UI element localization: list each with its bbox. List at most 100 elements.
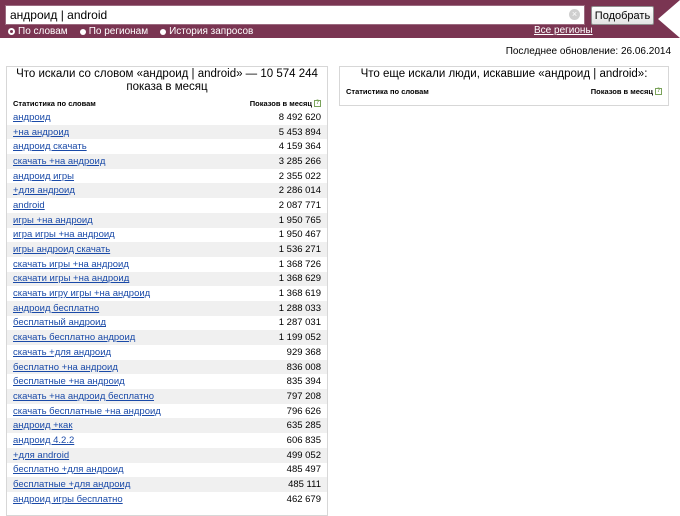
keyword-link[interactable]: скачать +для андроид — [13, 347, 111, 358]
related-table-header: Статистика по словам Показов в месяц ? — [346, 86, 662, 96]
table-row: игры +на андроид 1 950 765 — [7, 212, 327, 228]
impressions-count: 485 111 — [288, 479, 321, 491]
keyword-link[interactable]: скачать игры +на андроид — [13, 259, 129, 270]
table-row: андроид 8 492 620 — [7, 110, 327, 125]
impressions-count: 4 159 364 — [278, 141, 321, 153]
keyword-link[interactable]: бесплатные +на андроид — [13, 376, 125, 387]
impressions-count: 499 052 — [286, 449, 321, 461]
keyword-link[interactable]: андроид игры — [13, 171, 74, 182]
impressions-count: 836 008 — [286, 361, 321, 373]
mode-query-history[interactable]: История запросов — [160, 26, 253, 37]
table-row: андроид игры 2 355 022 — [7, 169, 327, 184]
impressions-count: 606 835 — [286, 434, 321, 446]
keyword-link[interactable]: +для android — [13, 450, 69, 461]
impressions-count: 5 453 894 — [278, 126, 321, 138]
table-row: андроид +как 635 285 — [7, 418, 327, 434]
table-row: бесплатные +на андроид 835 394 — [7, 374, 327, 389]
radio-icon[interactable] — [79, 28, 86, 35]
keyword-link[interactable]: бесплатно +на андроид — [13, 362, 118, 373]
keyword-link[interactable]: android — [13, 200, 45, 211]
table-row: бесплатно +на андроид 836 008 — [7, 359, 327, 375]
table-row: скачать +на андроид бесплатно 797 208 — [7, 389, 327, 404]
all-regions-link[interactable]: Все регионы — [534, 25, 593, 36]
mode-label: По регионам — [88, 26, 149, 37]
table-row: android 2 087 771 — [7, 198, 327, 213]
keyword-link[interactable]: андроид скачать — [13, 141, 87, 152]
info-icon[interactable]: ? — [314, 99, 321, 107]
table-row: игры андроид скачать 1 536 271 — [7, 242, 327, 257]
table-row: бесплатные +для андроид 485 111 — [7, 477, 327, 492]
keyword-link[interactable]: скачать +на андроид бесплатно — [13, 391, 154, 402]
keyword-link[interactable]: скачати игры +на андроид — [13, 273, 129, 284]
clear-icon[interactable]: × — [569, 9, 580, 20]
header-notch — [658, 0, 680, 38]
impressions-count: 1 199 052 — [278, 332, 321, 344]
table-row: +на андроид 5 453 894 — [7, 124, 327, 140]
table-row: скачать +на андроид 3 285 266 — [7, 154, 327, 169]
impressions-count: 1 950 765 — [278, 214, 321, 226]
impressions-count: 3 285 266 — [278, 155, 321, 167]
impressions-count: 929 368 — [286, 346, 321, 358]
impressions-count: 2 087 771 — [278, 199, 321, 211]
keyword-link[interactable]: бесплатно +для андроид — [13, 464, 124, 475]
info-icon[interactable]: ? — [655, 87, 662, 95]
mode-by-words[interactable]: По словам — [8, 26, 68, 37]
keywords-table-header: Статистика по словам Показов в месяц ? — [13, 98, 321, 108]
table-row: андроид скачать 4 159 364 — [7, 139, 327, 154]
keyword-link[interactable]: андроид игры бесплатно — [13, 494, 123, 505]
radio-selected-icon[interactable] — [8, 28, 15, 35]
keyword-link[interactable]: андроид +как — [13, 420, 72, 431]
impressions-count: 1 536 271 — [278, 244, 321, 256]
keyword-link[interactable]: игры +на андроид — [13, 215, 93, 226]
keyword-link[interactable]: скачать бесплатные +на андроид — [13, 406, 161, 417]
keyword-link[interactable]: +для андроид — [13, 185, 75, 196]
keyword-link[interactable]: бесплатный андроид — [13, 317, 106, 328]
keyword-link[interactable]: +на андроид — [13, 127, 69, 138]
mode-by-regions[interactable]: По регионам — [79, 26, 149, 37]
submit-button[interactable]: Подобрать — [591, 6, 654, 25]
col-keywords-header: Статистика по словам — [346, 86, 429, 96]
keywords-table-body: андроид 8 492 620 +на андроид 5 453 894 андр… — [7, 110, 327, 507]
impressions-count: 1 368 619 — [278, 288, 321, 300]
last-updated: Последнее обновление: 26.06.2014 — [505, 46, 671, 57]
impressions-count: 8 492 620 — [278, 111, 321, 123]
table-row: скачать бесплатные +на андроид 796 626 — [7, 404, 327, 419]
table-row: андроид 4.2.2 606 835 — [7, 433, 327, 448]
table-row: игра игры +на андроид 1 950 467 — [7, 228, 327, 243]
impressions-count: 1 288 033 — [278, 302, 321, 314]
keywords-panel-title: Что искали со словом «андроид | android»… — [16, 68, 318, 93]
impressions-count: 835 394 — [286, 376, 321, 388]
table-row: скачати игры +на андроид 1 368 629 — [7, 271, 327, 287]
table-row: андроид бесплатно 1 288 033 — [7, 300, 327, 316]
table-row: бесплатный андроид 1 287 031 — [7, 316, 327, 331]
table-row: скачать игру игры +на андроид 1 368 619 — [7, 286, 327, 301]
search-header: × Подобрать По словам По регионам Истори… — [0, 0, 680, 38]
keyword-link[interactable]: скачать +на андроид — [13, 156, 105, 167]
table-row: +для android 499 052 — [7, 447, 327, 463]
keyword-link[interactable]: андроид — [13, 112, 51, 123]
impressions-count: 485 497 — [286, 464, 321, 476]
table-row: скачать +для андроид 929 368 — [7, 345, 327, 360]
keyword-link[interactable]: андроид 4.2.2 — [13, 435, 74, 446]
related-panel-title: Что еще искали люди, искавшие «андроид |… — [360, 68, 648, 80]
search-mode-group: По словам По регионам История запросов — [8, 25, 253, 38]
keyword-link[interactable]: бесплатные +для андроид — [13, 479, 130, 490]
col-keywords-header: Статистика по словам — [13, 98, 96, 108]
impressions-count: 2 355 022 — [278, 170, 321, 182]
mode-label: По словам — [18, 26, 68, 37]
keyword-link[interactable]: андроид бесплатно — [13, 303, 99, 314]
radio-icon[interactable] — [160, 28, 167, 35]
impressions-count: 1 950 467 — [278, 229, 321, 241]
related-panel: Что еще искали люди, искавшие «андроид |… — [339, 66, 669, 106]
keyword-link[interactable]: скачать игру игры +на андроид — [13, 288, 150, 299]
keyword-link[interactable]: игра игры +на андроид — [13, 229, 115, 240]
keywords-panel: Что искали со словом «андроид | android»… — [6, 66, 328, 516]
keyword-link[interactable]: скачать бесплатно андроид — [13, 332, 135, 343]
impressions-count: 1 368 629 — [278, 273, 321, 285]
keyword-link[interactable]: игры андроид скачать — [13, 244, 110, 255]
impressions-count: 1 368 726 — [278, 258, 321, 270]
table-row: +для андроид 2 286 014 — [7, 183, 327, 199]
col-impressions-label: Показов в месяц — [590, 86, 653, 96]
table-row: андроид игры бесплатно 462 679 — [7, 492, 327, 507]
search-input[interactable] — [6, 6, 570, 24]
